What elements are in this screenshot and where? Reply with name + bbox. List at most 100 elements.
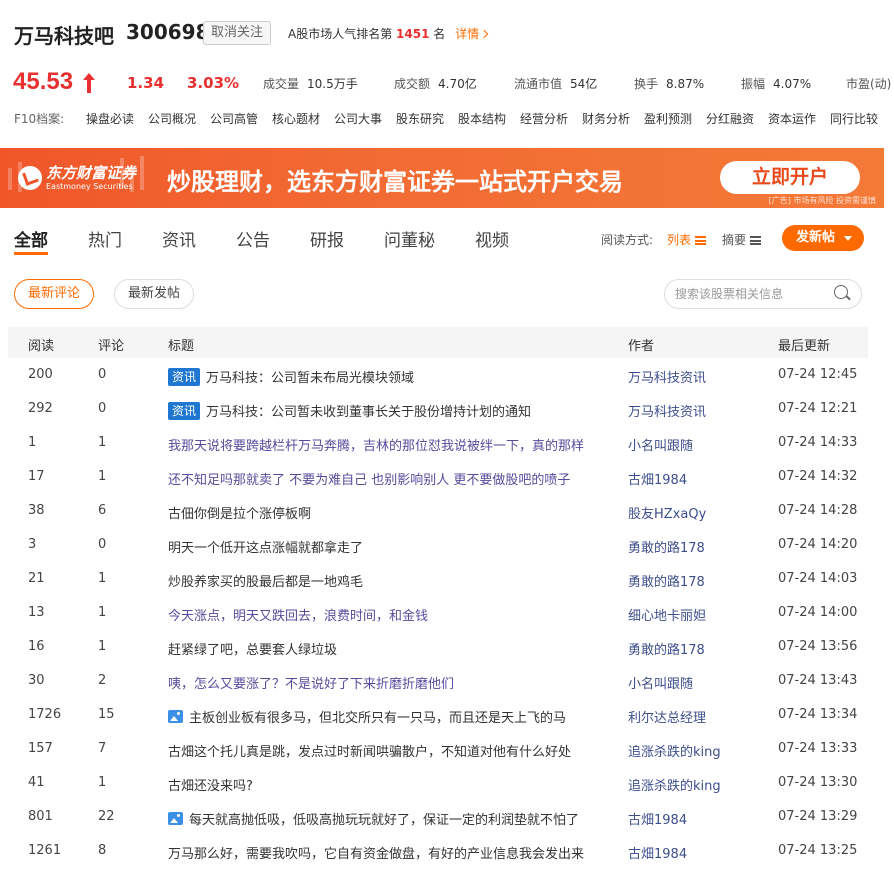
author-link[interactable]: 万马科技资讯 [628,401,706,420]
author-link[interactable]: 勇敢的路178 [628,571,705,590]
read-count: 1726 [28,707,62,722]
comment-count: 1 [98,639,107,654]
f10-link[interactable]: 公司大事 [334,110,382,127]
f10-link[interactable]: 核心题材 [272,110,320,127]
post-title-link[interactable]: 资讯 万马科技：公司暂未布局光模块领域 [168,367,608,386]
author-link[interactable]: 古畑1984 [628,843,687,862]
post-title-link[interactable]: 明天一个低开这点涨幅就都拿走了 [168,537,608,556]
read-mode-list[interactable]: 列表 [667,231,707,248]
table-row[interactable]: 157 7 古畑这个托儿真是跳，发点过时新闻哄骗散户，不知道对他有什么好处 追涨杀跌的… [8,732,868,766]
read-mode-summary[interactable]: 摘要 [722,231,762,248]
post-title-link[interactable]: 古畑这个托儿真是跳，发点过时新闻哄骗散户，不知道对他有什么好处 [168,741,608,760]
col-title: 标题 [168,339,195,354]
search-icon[interactable] [834,285,848,299]
author-link[interactable]: 细心地卡丽妲 [628,605,706,624]
table-row[interactable]: 17 1 还不知足吗那就卖了 不要为难自己 也别影响别人 更不要做股吧的喷子 古畑19… [8,460,868,494]
tab-video[interactable]: 视频 [475,226,509,251]
read-count: 16 [28,639,45,654]
banner-logo-text: 东方财富证券 [46,164,137,182]
chevron-right-icon [479,29,489,39]
stock-header: 万马科技吧 300698 取消关注 A股市场人气排名第 1451 名 详情 45… [0,0,894,140]
comment-count: 2 [98,673,107,688]
comment-count: 1 [98,435,107,450]
f10-link[interactable]: 公司高管 [210,110,258,127]
banner-logo-en: Eastmoney Securities [46,182,133,191]
author-link[interactable]: 古畑1984 [628,809,687,828]
search-input[interactable] [675,286,825,302]
tab-all[interactable]: 全部 [14,226,48,251]
table-row[interactable]: 41 1 古畑还没来吗? 追涨杀跌的king 07-24 13:30 [8,766,868,800]
table-row[interactable]: 38 6 古佃你倒是拉个涨停板啊 股友HZxaQy 07-24 14:28 [8,494,868,528]
read-count: 13 [28,605,45,620]
table-row[interactable]: 1261 8 万马那么好，需要我吹吗，它自有资金做盘，有好的产业信息我会发出来 古畑1… [8,834,868,868]
post-title-link[interactable]: 我那天说将要跨越栏杆万马奔腾，吉林的那位怼我说被绊一下，真的那样 [168,435,608,454]
post-title-link[interactable]: 还不知足吗那就卖了 不要为难自己 也别影响别人 更不要做股吧的喷子 [168,469,608,488]
last-updated: 07-24 14:28 [778,503,858,518]
post-title-link[interactable]: 每天就高抛低吸，低吸高抛玩玩就好了，保证一定的利润垫就不怕了 [168,809,608,828]
post-title-link[interactable]: 古佃你倒是拉个涨停板啊 [168,503,608,522]
post-title-link[interactable]: 万马那么好，需要我吹吗，它自有资金做盘，有好的产业信息我会发出来 [168,843,608,862]
f10-link[interactable]: 公司概况 [148,110,196,127]
stat-turnover-amount: 成交额 4.70亿 [394,77,477,91]
unfollow-button[interactable]: 取消关注 [203,21,271,45]
tab-news[interactable]: 资讯 [162,226,196,251]
filter-latest-post[interactable]: 最新发帖 [114,279,194,309]
read-count: 38 [28,503,45,518]
author-link[interactable]: 古畑1984 [628,469,687,488]
stat-amplitude: 振幅 4.07% [741,77,812,91]
new-post-button[interactable]: 发新帖 [782,225,864,251]
banner-slogan: 炒股理财，选东方财富证券一站式开户交易 [167,168,623,196]
tab-research[interactable]: 研报 [310,226,344,251]
f10-link[interactable]: 分红融资 [706,110,754,127]
f10-link[interactable]: 资本运作 [768,110,816,127]
table-row[interactable]: 801 22 每天就高抛低吸，低吸高抛玩玩就好了，保证一定的利润垫就不怕了 古畑198… [8,800,868,834]
last-updated: 07-24 12:21 [778,401,858,416]
post-title-link[interactable]: 古畑还没来吗? [168,775,608,794]
comment-count: 6 [98,503,107,518]
author-link[interactable]: 万马科技资讯 [628,367,706,386]
table-row[interactable]: 16 1 赶紧绿了吧，总要套人绿垃圾 勇敢的路178 07-24 13:56 [8,630,868,664]
stat-pe: 市盈(动) [846,77,892,91]
f10-link[interactable]: 股东研究 [396,110,444,127]
post-title-link[interactable]: 资讯 万马科技：公司暂未收到董事长关于股份增持计划的通知 [168,401,608,420]
author-link[interactable]: 追涨杀跌的king [628,741,721,760]
author-link[interactable]: 勇敢的路178 [628,537,705,556]
post-title-link[interactable]: 咦，怎么又要涨了？不是说好了下来折磨折磨他们 [168,673,608,692]
post-title-text: 今天涨点，明天又跌回去，浪费时间，和金钱 [168,609,429,624]
table-row[interactable]: 3 0 明天一个低开这点涨幅就都拿走了 勇敢的路178 07-24 14:20 [8,528,868,562]
ad-banner[interactable]: 东方财富证券 Eastmoney Securities 炒股理财，选东方财富证券… [0,148,884,208]
comment-count: 1 [98,469,107,484]
f10-link[interactable]: 经营分析 [520,110,568,127]
f10-link[interactable]: 同行比较 [830,110,878,127]
rank-detail-link[interactable]: 详情 [455,27,489,41]
table-row[interactable]: 13 1 今天涨点，明天又跌回去，浪费时间，和金钱 细心地卡丽妲 07-24 14:00 [8,596,868,630]
author-link[interactable]: 股友HZxaQy [628,503,706,522]
post-title-link[interactable]: 主板创业板有很多马，但北交所只有一只马，而且还是天上飞的马 [168,707,608,726]
open-account-button[interactable]: 立即开户 [720,161,860,194]
table-row[interactable]: 1 1 我那天说将要跨越栏杆万马奔腾，吉林的那位怼我说被绊一下，真的那样 小名叫跟随 0… [8,426,868,460]
tab-ask-secretary[interactable]: 问董秘 [384,226,435,251]
author-link[interactable]: 追涨杀跌的king [628,775,721,794]
last-updated: 07-24 13:33 [778,741,858,756]
post-title-link[interactable]: 今天涨点，明天又跌回去，浪费时间，和金钱 [168,605,608,624]
filter-latest-comment[interactable]: 最新评论 [14,279,94,309]
table-row[interactable]: 21 1 炒股养家买的股最后都是一地鸡毛 勇敢的路178 07-24 14:03 [8,562,868,596]
author-link[interactable]: 小名叫跟随 [628,673,693,692]
table-row[interactable]: 200 0 资讯 万马科技：公司暂未布局光模块领域 万马科技资讯 07-24 12:45 [8,358,868,392]
f10-link[interactable]: 股本结构 [458,110,506,127]
author-link[interactable]: 勇敢的路178 [628,639,705,658]
f10-link[interactable]: 盈利预测 [644,110,692,127]
table-row[interactable]: 30 2 咦，怎么又要涨了？不是说好了下来折磨折磨他们 小名叫跟随 07-24 13:4… [8,664,868,698]
tab-announcements[interactable]: 公告 [236,226,270,251]
tab-hot[interactable]: 热门 [88,226,122,251]
read-count: 1 [28,435,37,450]
f10-link[interactable]: 财务分析 [582,110,630,127]
post-title-link[interactable]: 炒股养家买的股最后都是一地鸡毛 [168,571,608,590]
table-row[interactable]: 1726 15 主板创业板有很多马，但北交所只有一只马，而且还是天上飞的马 利尔达总经… [8,698,868,732]
table-row[interactable]: 292 0 资讯 万马科技：公司暂未收到董事长关于股份增持计划的通知 万马科技资讯 07-… [8,392,868,426]
author-link[interactable]: 利尔达总经理 [628,707,706,726]
f10-link[interactable]: 操盘必读 [86,110,134,127]
post-title-link[interactable]: 赶紧绿了吧，总要套人绿垃圾 [168,639,608,658]
author-link[interactable]: 小名叫跟随 [628,435,693,454]
last-updated: 07-24 13:30 [778,775,858,790]
